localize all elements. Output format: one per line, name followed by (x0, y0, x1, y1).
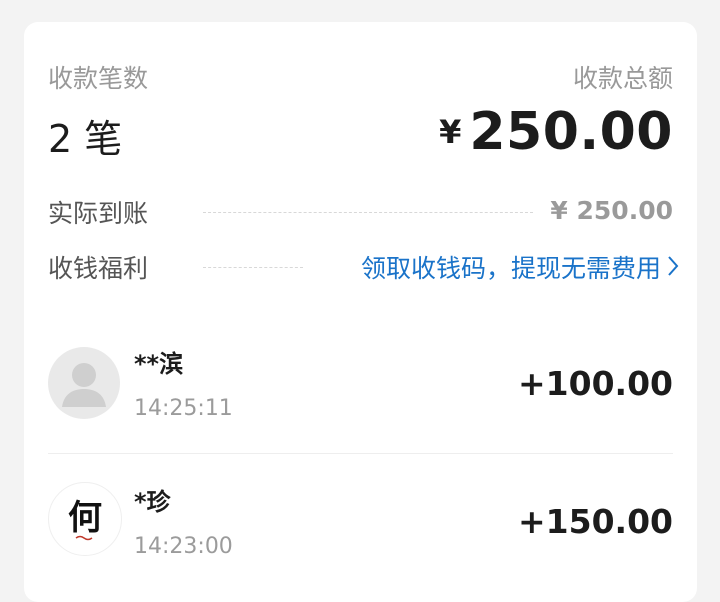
actual-received-value: ¥ 250.00 (550, 196, 673, 225)
count-value: 2 笔 (48, 117, 123, 161)
dashed-divider (203, 267, 303, 268)
calligraphy-avatar: 何 (48, 482, 122, 556)
count-label: 收款笔数 (48, 64, 149, 93)
actual-received-row: 实际到账 ¥ 250.00 (48, 194, 673, 228)
default-person-icon (48, 347, 120, 419)
actual-received-label: 实际到账 (48, 199, 149, 228)
payer-name: **滨 (134, 350, 184, 378)
transaction-time: 14:25:11 (134, 396, 233, 421)
benefit-link[interactable]: 领取收钱码，提现无需费用 (361, 249, 679, 285)
avatar-character: 何 (68, 498, 102, 538)
benefit-row: 收钱福利 领取收钱码，提现无需费用 (48, 249, 679, 283)
benefit-label: 收钱福利 (48, 254, 149, 283)
collection-summary-card: 收款笔数 收款总额 2 笔 ¥250.00 实际到账 ¥ 250.00 收钱福利… (24, 22, 697, 602)
total-amount-value: 250.00 (469, 102, 673, 162)
total-amount: ¥250.00 (439, 102, 673, 162)
transaction-amount: +150.00 (518, 502, 673, 541)
payer-name: *珍 (134, 488, 171, 516)
dashed-divider (203, 212, 533, 213)
list-divider (48, 453, 673, 454)
total-label: 收款总额 (572, 64, 673, 93)
benefit-link-text: 领取收钱码，提现无需费用 (360, 254, 661, 283)
transaction-amount: +100.00 (518, 364, 673, 403)
transaction-time: 14:23:00 (134, 534, 233, 559)
chevron-right-icon (667, 254, 679, 283)
transaction-item[interactable]: **滨 14:25:11 +100.00 (48, 332, 673, 452)
currency-symbol: ¥ (439, 113, 462, 151)
transaction-item[interactable]: 何 *珍 14:23:00 +150.00 (48, 472, 673, 592)
